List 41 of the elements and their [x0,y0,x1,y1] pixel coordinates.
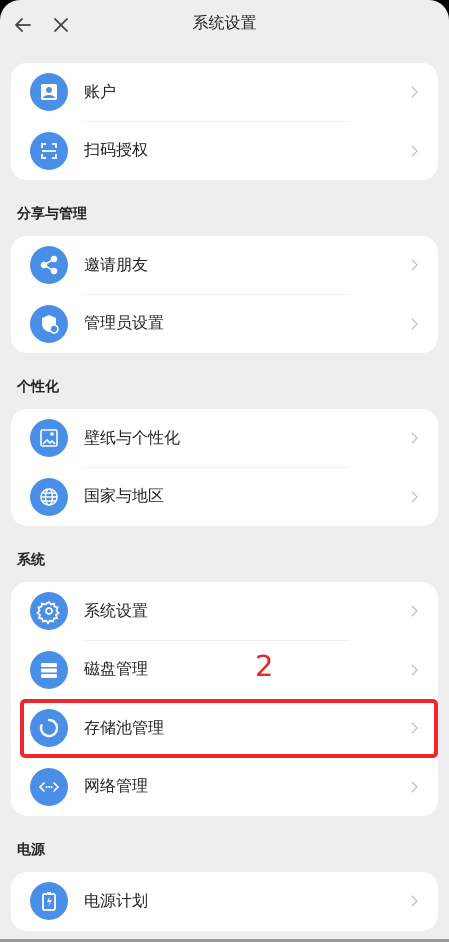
chevron-icon [411,144,418,157]
section-heading: 个性化 [16,378,60,397]
chevron-icon [411,722,418,734]
settings-item[interactable]: 壁纸与个性化 [84,428,180,449]
chevron-icon [411,664,418,676]
settings-item[interactable]: 国家与地区 [84,486,164,508]
ring-icon [30,709,68,748]
battery-icon [30,882,68,920]
section-heading: 系统 [16,551,46,570]
scan-icon [30,132,68,170]
chevron-icon [411,780,418,793]
chevron-icon [411,318,418,330]
settings-item[interactable]: 系统设置 [84,600,148,622]
settings-item[interactable]: 网络管理 [84,776,148,798]
share-icon [30,246,68,284]
code-icon [30,768,68,806]
settings-item[interactable]: 磁盘管理 [84,659,148,680]
image-icon [30,419,68,458]
chevron-icon [411,259,418,272]
chevron-icon [411,86,418,98]
settings-item[interactable]: 账户 [84,82,116,103]
person-icon [30,73,68,112]
gear-icon [30,592,68,630]
annotation-number: 2 [255,650,274,682]
page-title: 系统设置 [192,13,256,34]
settings-item[interactable]: 存储池管理 [84,718,164,739]
list-icon [30,650,68,689]
close-icon[interactable] [51,15,71,35]
section-heading: 分享与管理 [16,204,88,224]
settings-item[interactable]: 邀请朋友 [84,254,148,276]
chevron-icon [411,605,418,618]
chevron-icon [411,432,418,444]
shield-icon [30,304,68,343]
section-heading: 电源 [16,841,46,860]
settings-item[interactable]: 管理员设置 [84,313,164,334]
settings-item[interactable]: 扫码授权 [84,140,148,162]
globe-icon [30,478,68,516]
settings-item[interactable]: 电源计划 [84,890,148,912]
back-icon[interactable] [13,15,33,35]
chevron-icon [411,490,418,503]
chevron-icon [411,895,418,908]
